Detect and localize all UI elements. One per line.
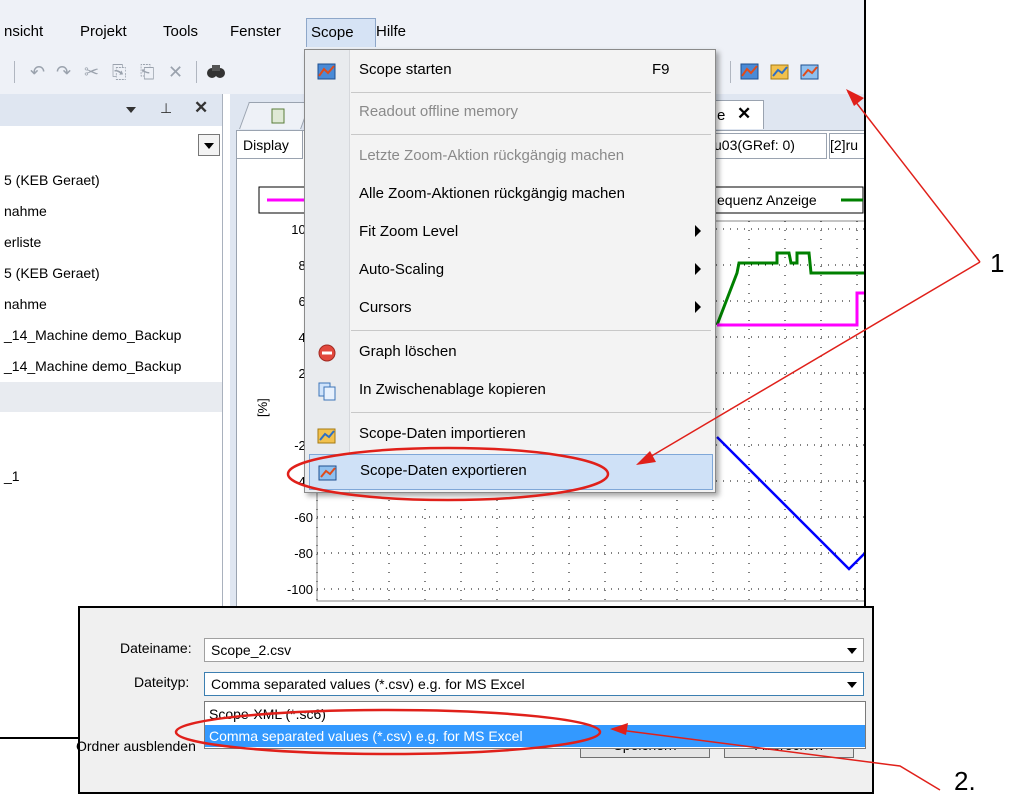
arrowhead-icon	[846, 89, 864, 106]
callout-2-arrow	[611, 728, 941, 791]
callout-2-label: 2.	[954, 766, 976, 796]
arrowhead-icon	[636, 451, 656, 465]
callout-1-arrow-menu	[637, 261, 981, 465]
callout-1-arrow-toolbar	[847, 91, 981, 263]
callout-1-label: 1	[990, 248, 1004, 278]
highlight-ellipse-export	[286, 446, 610, 502]
arrowhead-icon	[610, 723, 628, 735]
annotation-overlay: 1 2.	[174, 89, 1004, 796]
highlight-ellipse-csv	[174, 708, 602, 756]
